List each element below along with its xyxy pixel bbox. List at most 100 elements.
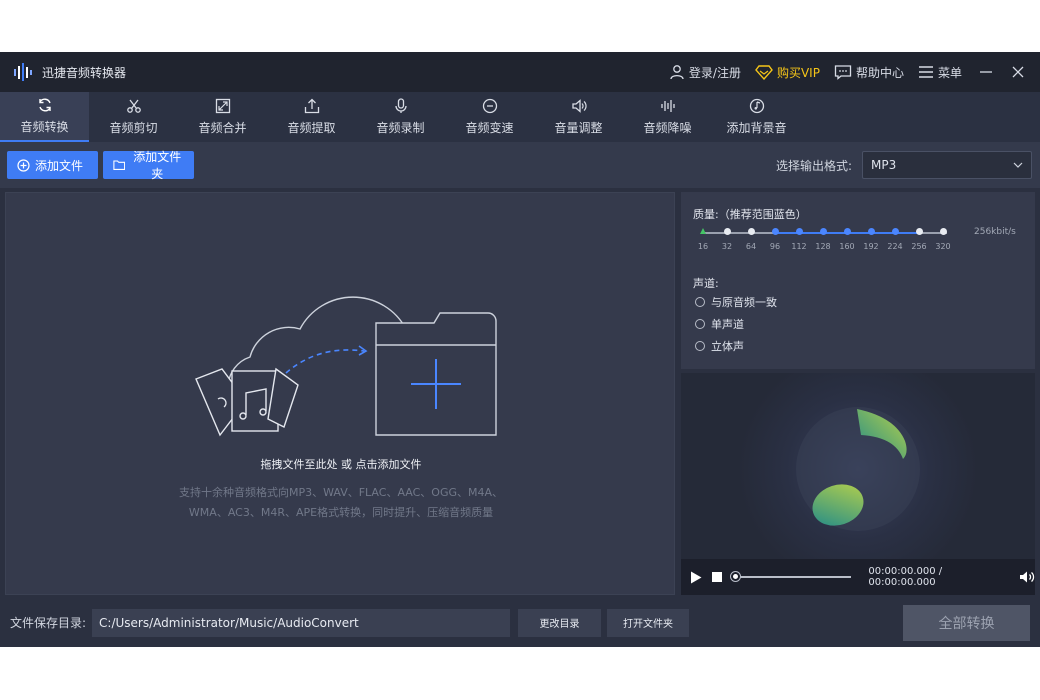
quality-stop[interactable] xyxy=(700,228,706,234)
quality-tick-label: 224 xyxy=(887,242,903,251)
drop-zone-description-line: 支持十余种音频格式向MP3、WAV、FLAC、AAC、OGG、M4A、 xyxy=(178,486,504,499)
drop-zone-description: 支持十余种音频格式向MP3、WAV、FLAC、AAC、OGG、M4A、 WMA、… xyxy=(166,483,516,523)
tab-volume-adjust[interactable]: 音量调整 xyxy=(534,92,623,142)
open-folder-button[interactable]: 打开文件夹 xyxy=(607,608,690,637)
tab-label: 音频提取 xyxy=(287,121,336,135)
tab-label: 音量调整 xyxy=(554,121,603,135)
drop-illustration xyxy=(195,296,497,437)
drop-zone-title: 拖拽文件至此处 或 点击添加文件 xyxy=(260,458,422,471)
mute-button[interactable] xyxy=(1019,570,1035,584)
tab-label: 添加背景音 xyxy=(726,121,787,135)
chat-icon xyxy=(834,65,852,80)
minimize-button[interactable] xyxy=(974,60,998,84)
quality-stop[interactable] xyxy=(916,228,923,235)
file-drop-zone[interactable]: 拖拽文件至此处 或 点击添加文件 支持十余种音频格式向MP3、WAV、FLAC、… xyxy=(5,192,675,595)
music-note-icon xyxy=(749,98,764,114)
bottom-bar: 文件保存目录: 更改目录 打开文件夹 全部转换 xyxy=(0,598,1040,647)
player-artwork xyxy=(681,373,1035,559)
tab-audio-record[interactable]: 音频录制 xyxy=(356,92,445,142)
audio-player: 00:00:00.000 / 00:00:00.000 xyxy=(681,373,1035,595)
quality-stop[interactable] xyxy=(892,228,899,235)
tab-label: 音频合并 xyxy=(198,121,247,135)
close-button[interactable] xyxy=(1006,60,1030,84)
radio-icon xyxy=(695,297,705,307)
close-icon xyxy=(1012,66,1024,78)
refresh-icon xyxy=(38,98,51,112)
plus-circle-icon xyxy=(17,158,30,172)
output-format-select[interactable]: MP3 xyxy=(862,151,1032,179)
quality-stop[interactable] xyxy=(844,228,851,235)
diamond-icon xyxy=(755,65,773,80)
playback-time: 00:00:00.000 / 00:00:00.000 xyxy=(868,566,943,588)
channel-label: 声道: xyxy=(693,277,719,290)
quality-stop[interactable] xyxy=(820,228,827,235)
stop-icon xyxy=(711,572,722,582)
playback-progress-handle[interactable] xyxy=(731,572,741,581)
toolbar: 添加文件 添加文件夹 选择输出格式: MP3 xyxy=(0,142,1040,188)
waveform-icon xyxy=(660,100,675,112)
add-folder-button[interactable]: 添加文件夹 xyxy=(103,150,194,181)
function-tabs: 音频转换 音频剪切 音频合并 音频提取 音频录制 音频变速 音量调整 音频降噪 … xyxy=(0,92,1040,142)
tab-audio-convert[interactable]: 音频转换 xyxy=(0,92,89,142)
help-label: 帮助中心 xyxy=(855,65,904,80)
tab-add-background-music[interactable]: 添加背景音 xyxy=(712,92,801,142)
extract-icon xyxy=(304,98,319,114)
tab-audio-extract[interactable]: 音频提取 xyxy=(267,92,356,142)
tab-noise-reduction[interactable]: 音频降噪 xyxy=(623,92,712,142)
menu-label: 菜单 xyxy=(937,65,962,80)
save-directory-label: 文件保存目录: xyxy=(10,616,87,630)
speed-icon xyxy=(482,98,497,114)
channel-option-stereo[interactable]: 立体声 xyxy=(695,338,744,354)
help-center-button[interactable]: 帮助中心 xyxy=(834,64,904,81)
chevron-down-icon xyxy=(1013,162,1023,168)
login-button[interactable]: 登录/注册 xyxy=(669,64,741,81)
quality-stop[interactable] xyxy=(724,228,731,235)
app-window: 迅捷音频转换器 登录/注册 购买VIP 帮助中心 菜单 音频转换 音频剪切 音频… xyxy=(0,52,1040,647)
quality-tick-label: 32 xyxy=(721,242,733,251)
quality-tick-label: 16 xyxy=(697,242,709,251)
app-title: 迅捷音频转换器 xyxy=(42,65,127,80)
channel-option-label: 与原音频一致 xyxy=(711,296,777,309)
radio-icon xyxy=(695,319,705,329)
quality-tick-label: 112 xyxy=(791,242,807,251)
microphone-icon xyxy=(394,98,407,113)
save-directory-input[interactable] xyxy=(92,608,511,637)
channel-option-label: 立体声 xyxy=(711,340,744,353)
convert-all-button[interactable]: 全部转换 xyxy=(903,604,1030,641)
channel-option-mono[interactable]: 单声道 xyxy=(695,316,744,332)
vip-button[interactable]: 购买VIP xyxy=(755,64,820,81)
tab-audio-cut[interactable]: 音频剪切 xyxy=(89,92,178,142)
scissors-icon xyxy=(126,99,141,113)
tab-audio-merge[interactable]: 音频合并 xyxy=(178,92,267,142)
play-icon xyxy=(690,571,702,583)
play-button[interactable] xyxy=(689,571,703,584)
playback-progress-bar[interactable] xyxy=(731,572,852,581)
speaker-icon xyxy=(1019,571,1035,583)
app-logo-icon xyxy=(14,63,32,81)
quality-tick-label: 128 xyxy=(815,242,831,251)
radio-icon xyxy=(695,341,705,351)
quality-tick-label: 192 xyxy=(863,242,879,251)
change-directory-button[interactable]: 更改目录 xyxy=(518,608,602,637)
add-file-button[interactable]: 添加文件 xyxy=(7,151,98,179)
quality-stop[interactable] xyxy=(772,228,779,235)
quality-tick-label: 320 xyxy=(935,242,951,251)
quality-stop[interactable] xyxy=(868,228,875,235)
add-folder-label: 添加文件夹 xyxy=(133,150,182,181)
stop-button[interactable] xyxy=(711,572,723,582)
quality-stop[interactable] xyxy=(748,228,755,235)
menu-button[interactable]: 菜单 xyxy=(918,64,962,81)
tab-audio-speed[interactable]: 音频变速 xyxy=(445,92,534,142)
quality-tick-label: 96 xyxy=(769,242,781,251)
quality-stop[interactable] xyxy=(796,228,803,235)
folder-icon xyxy=(113,160,126,170)
channel-option-label: 单声道 xyxy=(711,318,744,331)
tab-label: 音频降噪 xyxy=(643,121,692,135)
quality-stop[interactable] xyxy=(940,228,947,235)
channel-option-original[interactable]: 与原音频一致 xyxy=(695,294,777,310)
tab-label: 音频剪切 xyxy=(109,121,158,135)
user-icon xyxy=(670,65,684,80)
settings-panel: 质量:（推荐范围蓝色） 16 32 64 96 112 128 160 192 224 256 32… xyxy=(681,192,1035,369)
merge-icon xyxy=(215,98,230,114)
arrow-icon xyxy=(285,349,365,374)
